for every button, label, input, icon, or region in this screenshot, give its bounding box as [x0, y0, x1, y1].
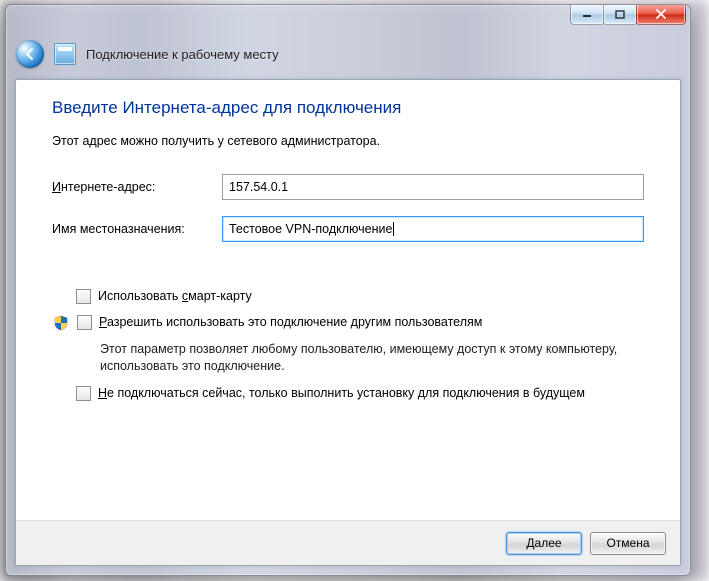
input-internet-address[interactable]	[222, 174, 644, 200]
label-dont-connect-now: Не подключаться сейчас, только выполнить…	[98, 385, 585, 401]
back-arrow-icon	[23, 47, 37, 61]
cancel-button[interactable]: Отмена	[590, 532, 666, 555]
maximize-button[interactable]	[603, 4, 637, 25]
checkbox-allow-other-users[interactable]	[77, 315, 92, 330]
row-destination-name: Имя местоназначения: Тестовое VPN-подклю…	[52, 216, 644, 242]
label-allow-other-users: Разрешить использовать это подключение д…	[99, 314, 482, 330]
uac-shield-slot	[52, 314, 70, 331]
close-button[interactable]	[636, 4, 686, 25]
wizard-title: Подключение к рабочему месту	[86, 47, 279, 62]
next-button[interactable]: Далее	[506, 532, 582, 555]
content-panel: Введите Интернета-адрес для подключения …	[15, 79, 681, 566]
input-destination-name[interactable]: Тестовое VPN-подключение	[222, 216, 644, 242]
row-allow-other-users: Разрешить использовать это подключение д…	[52, 314, 644, 331]
maximize-icon	[615, 10, 625, 19]
options-block: Использовать смарт-карту Разрешить ис	[52, 288, 644, 401]
helptext-allow-other-users: Этот параметр позволяет любому пользоват…	[100, 341, 634, 375]
label-use-smartcard: Использовать смарт-карту	[98, 288, 252, 304]
row-dont-connect-now: Не подключаться сейчас, только выполнить…	[52, 385, 644, 401]
title-bar[interactable]	[6, 5, 690, 33]
minimize-icon	[582, 10, 592, 18]
row-internet-address: Интернете-адрес:	[52, 174, 644, 200]
page-subtext: Этот адрес можно получить у сетевого адм…	[52, 134, 644, 148]
label-internet-address: Интернете-адрес:	[52, 180, 222, 194]
checkbox-use-smartcard[interactable]	[76, 289, 91, 304]
window-controls	[571, 4, 686, 25]
content-area: Введите Интернета-адрес для подключения …	[16, 80, 680, 520]
label-destination-name: Имя местоназначения:	[52, 222, 222, 236]
close-icon	[655, 9, 667, 19]
wizard-header: Подключение к рабочему месту	[6, 33, 690, 79]
text-caret	[393, 222, 394, 236]
minimize-button[interactable]	[570, 4, 604, 25]
page-title: Введите Интернета-адрес для подключения	[52, 98, 644, 118]
wizard-icon	[54, 43, 76, 65]
checkbox-dont-connect-now[interactable]	[76, 386, 91, 401]
uac-shield-icon	[53, 315, 69, 331]
row-use-smartcard: Использовать смарт-карту	[52, 288, 644, 304]
back-button[interactable]	[16, 40, 44, 68]
wizard-footer: Далее Отмена	[16, 520, 680, 565]
wizard-window: Подключение к рабочему месту Введите Инт…	[5, 4, 691, 576]
